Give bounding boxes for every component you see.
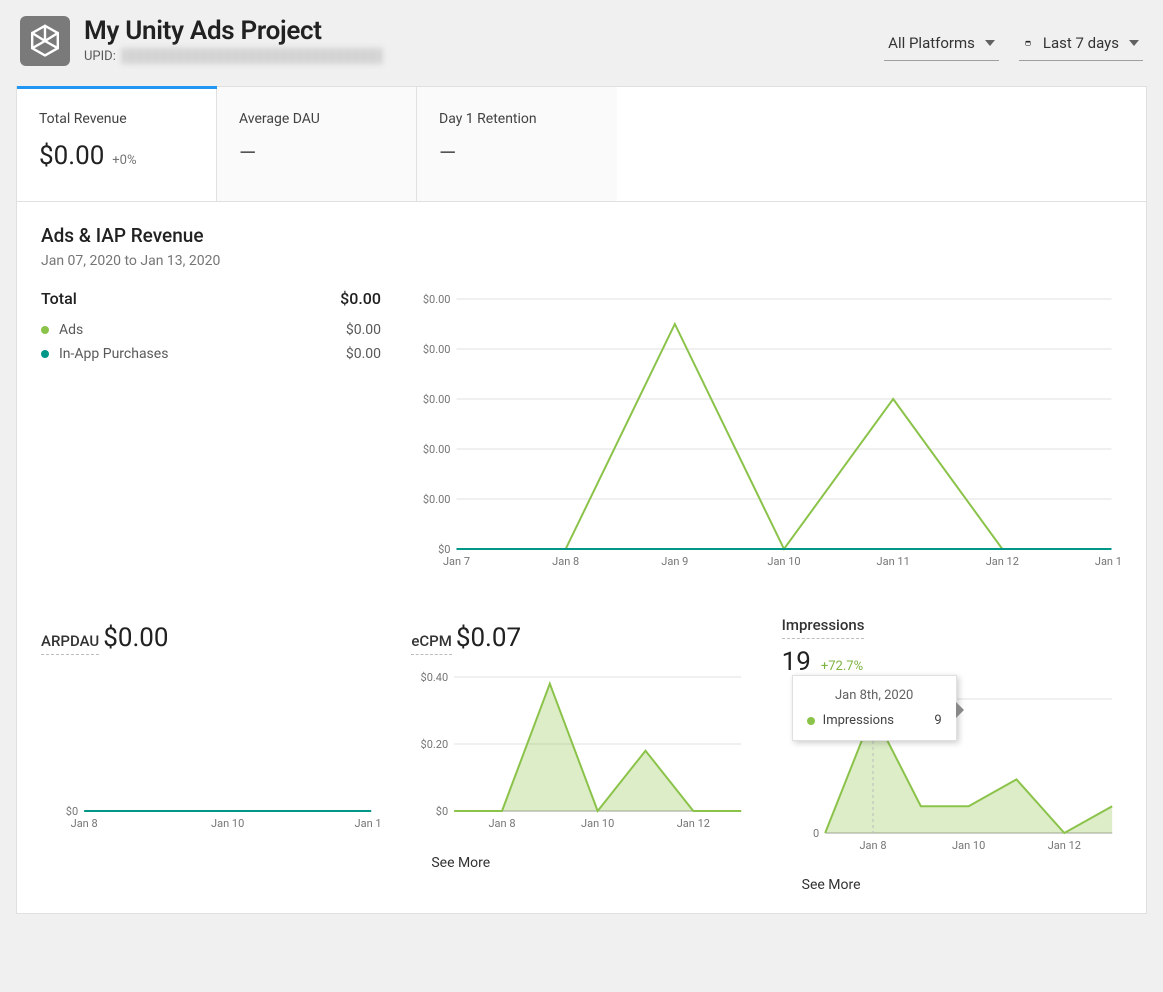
svg-text:Jan 12: Jan 12 bbox=[677, 817, 710, 830]
tab-average-dau[interactable]: Average DAU — bbox=[217, 87, 417, 201]
ecpm-title: eCPM bbox=[411, 632, 452, 655]
project-title: My Unity Ads Project bbox=[84, 16, 870, 46]
dot-icon bbox=[41, 326, 49, 334]
legend-item-ads: Ads $0.00 bbox=[41, 318, 381, 342]
ecpm-value: $0.07 bbox=[456, 623, 521, 653]
tab-value: — bbox=[239, 141, 256, 166]
impressions-value: 19 bbox=[782, 647, 811, 677]
legend-item-iap: In-App Purchases $0.00 bbox=[41, 342, 381, 366]
svg-text:Jan 8: Jan 8 bbox=[489, 817, 516, 830]
impressions-tooltip: Jan 8th, 2020 Impressions 9 bbox=[792, 675, 957, 741]
svg-text:$0.00: $0.00 bbox=[423, 343, 451, 356]
tooltip-label: Impressions bbox=[823, 713, 894, 728]
svg-text:Jan 10: Jan 10 bbox=[211, 817, 244, 830]
arpdau-chart[interactable]: $0Jan 8Jan 10Jan 12 bbox=[41, 667, 381, 837]
chevron-down-icon bbox=[985, 40, 995, 46]
svg-text:$0.00: $0.00 bbox=[423, 493, 451, 506]
upid-label: UPID: bbox=[84, 49, 116, 64]
revenue-chart[interactable]: $0$0.00$0.00$0.00$0.00$0.00Jan 7Jan 8Jan… bbox=[411, 289, 1122, 583]
calendar-icon bbox=[1023, 40, 1033, 46]
arpdau-card: ARPDAU $0.00 $0Jan 8Jan 10Jan 12 bbox=[41, 615, 381, 893]
tab-value: $0.00 bbox=[39, 141, 104, 171]
platform-filter-label: All Platforms bbox=[888, 34, 975, 52]
upid-value-redacted bbox=[122, 48, 382, 64]
revenue-section-subtitle: Jan 07, 2020 to Jan 13, 2020 bbox=[41, 253, 1122, 269]
tab-day1-retention[interactable]: Day 1 Retention — bbox=[417, 87, 617, 201]
tab-delta: +0% bbox=[112, 153, 136, 168]
tooltip-value: 9 bbox=[934, 713, 941, 728]
date-range-dropdown[interactable]: Last 7 days bbox=[1019, 28, 1143, 61]
legend-total-label: Total bbox=[41, 289, 77, 308]
tab-label: Total Revenue bbox=[39, 111, 194, 127]
tab-total-revenue[interactable]: Total Revenue $0.00 +0% bbox=[17, 87, 217, 201]
date-range-label: Last 7 days bbox=[1043, 34, 1119, 52]
svg-text:Jan 8: Jan 8 bbox=[71, 817, 98, 830]
svg-text:$0.20: $0.20 bbox=[421, 738, 449, 751]
impressions-see-more-link[interactable]: See More bbox=[782, 877, 861, 893]
svg-text:$0.00: $0.00 bbox=[423, 293, 451, 306]
arpdau-value: $0.00 bbox=[103, 623, 168, 653]
dot-icon bbox=[41, 350, 49, 358]
svg-text:Jan 10: Jan 10 bbox=[767, 555, 800, 568]
svg-text:$0.40: $0.40 bbox=[421, 671, 449, 684]
arpdau-title: ARPDAU bbox=[41, 632, 99, 655]
tooltip-date: Jan 8th, 2020 bbox=[807, 688, 942, 703]
svg-text:Jan 10: Jan 10 bbox=[581, 817, 614, 830]
svg-text:Jan 13: Jan 13 bbox=[1095, 555, 1122, 568]
svg-text:$0.00: $0.00 bbox=[423, 393, 451, 406]
unity-icon bbox=[20, 16, 70, 66]
svg-text:Jan 7: Jan 7 bbox=[443, 555, 470, 568]
impressions-delta: +72.7% bbox=[821, 659, 863, 674]
svg-text:Jan 8: Jan 8 bbox=[552, 555, 579, 568]
svg-text:Jan 9: Jan 9 bbox=[661, 555, 688, 568]
dot-icon bbox=[807, 717, 815, 725]
ecpm-chart[interactable]: $0 $0.20 $0.40 Jan 8 Jan 10 Jan 12 bbox=[411, 667, 751, 837]
ecpm-card: eCPM $0.07 $0 $0.20 $0.40 Jan 8 Jan 10 Jan 12… bbox=[411, 615, 751, 893]
svg-text:$0.00: $0.00 bbox=[423, 443, 451, 456]
svg-text:Jan 11: Jan 11 bbox=[877, 555, 910, 568]
svg-text:Jan 12: Jan 12 bbox=[1047, 839, 1080, 852]
legend-total-value: $0.00 bbox=[340, 289, 381, 308]
chevron-down-icon bbox=[1129, 40, 1139, 46]
tab-label: Day 1 Retention bbox=[439, 111, 595, 127]
impressions-card: Impressions 19 +72.7% 010Jan 8Jan 10Jan … bbox=[782, 615, 1122, 893]
svg-text:Jan 10: Jan 10 bbox=[952, 839, 985, 852]
svg-text:$0: $0 bbox=[436, 805, 448, 818]
revenue-section-title: Ads & IAP Revenue bbox=[41, 224, 1122, 247]
ecpm-see-more-link[interactable]: See More bbox=[411, 855, 490, 871]
svg-text:Jan 12: Jan 12 bbox=[355, 817, 382, 830]
tab-value: — bbox=[439, 141, 456, 166]
tab-label: Average DAU bbox=[239, 111, 394, 127]
metric-tabs: Total Revenue $0.00 +0% Average DAU — Da… bbox=[17, 87, 1146, 202]
svg-text:0: 0 bbox=[813, 827, 819, 840]
svg-text:Jan 8: Jan 8 bbox=[859, 839, 886, 852]
svg-text:Jan 12: Jan 12 bbox=[986, 555, 1019, 568]
impressions-title: Impressions bbox=[782, 616, 865, 639]
platform-filter-dropdown[interactable]: All Platforms bbox=[884, 28, 999, 61]
